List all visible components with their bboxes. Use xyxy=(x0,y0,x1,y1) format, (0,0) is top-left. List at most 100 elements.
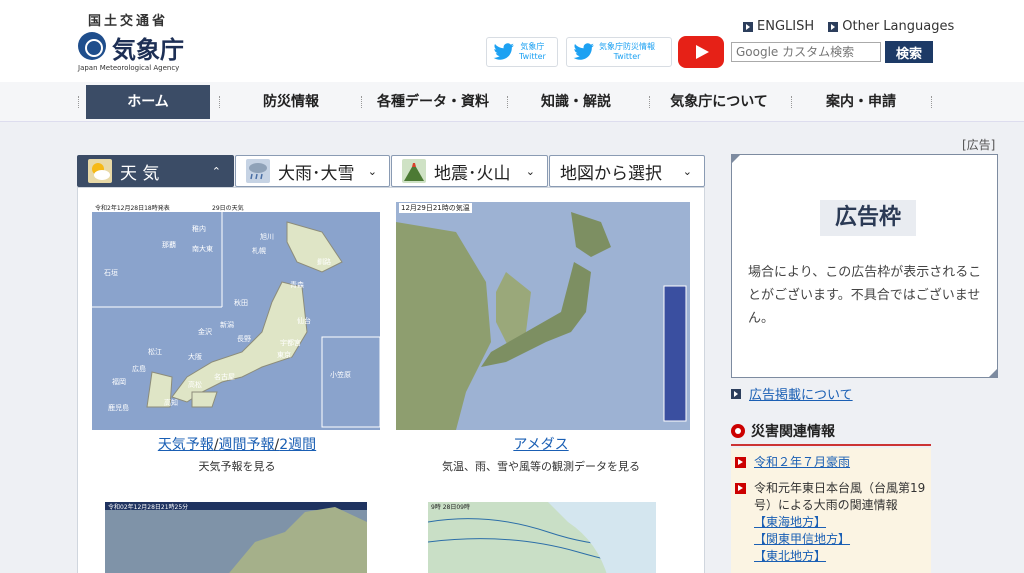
map-city-label: 高松 xyxy=(188,381,202,389)
search-input[interactable] xyxy=(731,42,881,62)
arrow-bullet-icon xyxy=(743,21,753,32)
nav-separator xyxy=(791,96,792,108)
nav-separator xyxy=(361,96,362,108)
map-city-label: 稚内 xyxy=(192,225,206,233)
map-city-label: 旭川 xyxy=(260,233,274,241)
amedas-description: 気温、雨、雪や風等の観測データを見る xyxy=(442,460,640,473)
agency-english-name: Japan Meteorological Agency xyxy=(78,64,180,72)
tab-heavy-rain-snow[interactable]: 大雨･大雪 ⌄ xyxy=(235,155,390,187)
map-city-label: 松江 xyxy=(148,348,162,356)
list-item: 令和２年７月豪雨 xyxy=(735,454,850,471)
tab-earthquake-volcano[interactable]: 地震･火山 ⌄ xyxy=(391,155,548,187)
forecast-map-title: 令和2年12月28日18時発表 xyxy=(95,205,170,212)
sun-cloud-icon xyxy=(88,159,112,183)
map-city-label: 那覇 xyxy=(162,241,176,249)
disaster-link-tokai[interactable]: 【東海地方】 xyxy=(754,514,931,531)
chevron-up-icon: ⌃ xyxy=(211,164,221,178)
disaster-link-2020-heavy-rain[interactable]: 令和２年７月豪雨 xyxy=(754,454,850,471)
twitter-jma-label: 気象庁 Twitter xyxy=(519,42,546,61)
disaster-info-list: 令和２年７月豪雨 令和元年東日本台風（台風第19号）による大雨の関連情報 【東海… xyxy=(731,448,931,573)
ad-label: [広告] xyxy=(962,138,996,152)
chevron-down-icon: ⌄ xyxy=(682,164,692,178)
nav-separator xyxy=(649,96,650,108)
forecast-link[interactable]: 天気予報 xyxy=(158,437,214,453)
chevron-down-icon: ⌄ xyxy=(367,164,377,178)
disaster-info-header: 災害関連情報 xyxy=(731,418,931,446)
ministry-name: 国土交通省 xyxy=(88,14,169,29)
twitter-bird-icon xyxy=(493,43,514,60)
nav-home[interactable]: ホーム xyxy=(86,85,210,119)
rain-snow-icon xyxy=(246,159,270,183)
map-city-label: 福岡 xyxy=(112,378,126,386)
amedas-map-title: 12月29日21時の気温 xyxy=(399,203,472,213)
nav-data[interactable]: 各種データ・資料 xyxy=(366,85,500,119)
map-city-label: 青森 xyxy=(290,281,304,289)
map-city-label: 東京 xyxy=(277,351,291,359)
nav-disaster-info[interactable]: 防災情報 xyxy=(230,85,352,119)
forecast-map-graphic xyxy=(92,202,380,428)
radar-map-title: 令和02年12月28日21時25分 xyxy=(108,504,189,511)
map-city-label: 秋田 xyxy=(234,299,248,307)
disaster-info-box: 災害関連情報 令和２年７月豪雨 令和元年東日本台風（台風第19号）による大雨の関… xyxy=(731,418,931,573)
global-nav: ホーム 防災情報 各種データ・資料 知識・解説 気象庁について 案内・申請 xyxy=(0,82,1024,122)
chevron-down-icon: ⌄ xyxy=(525,164,535,178)
site-header: 国土交通省 気象庁 Japan Meteorological Agency EN… xyxy=(0,0,1024,82)
map-city-label: 石垣 xyxy=(104,269,118,277)
disaster-link-tohoku[interactable]: 【東北地方】 xyxy=(754,548,931,565)
tab-weather[interactable]: 天 気 ⌃ xyxy=(77,155,234,187)
amedas-map-graphic xyxy=(396,212,687,430)
map-city-label: 小笠原 xyxy=(330,371,351,379)
search-button[interactable]: 検索 xyxy=(885,41,933,63)
tab-select-from-map[interactable]: 地図から選択 ⌄ xyxy=(549,155,705,187)
corner-mark xyxy=(989,369,997,377)
ad-box[interactable]: 広告枠 場合により、この広告枠が表示されることがございます。不具合ではございませ… xyxy=(731,154,998,378)
forecast-map-sub: 29日の天気 xyxy=(212,205,244,212)
arrow-bullet-icon xyxy=(735,457,746,468)
radar-map[interactable]: 令和02年12月28日21時25分 xyxy=(105,502,367,573)
ad-text: 場合により、この広告枠が表示されることがございます。不具合ではございません。 xyxy=(748,265,982,326)
twitter-jma-bosai-label: 気象庁防災情報 Twitter xyxy=(599,42,655,61)
jma-emblem-icon xyxy=(78,32,106,60)
list-item: 令和元年東日本台風（台風第19号）による大雨の関連情報 【東海地方】 【関東甲信… xyxy=(735,480,931,565)
nav-separator xyxy=(219,96,220,108)
forecast-links: 天気予報/週間予報/2週間 xyxy=(157,437,317,453)
forecast-description: 天気予報を見る xyxy=(198,460,276,473)
jma-logo[interactable]: 国土交通省 気象庁 Japan Meteorological Agency xyxy=(78,10,198,72)
ad-title: 広告枠 xyxy=(820,200,916,236)
map-city-label: 南大東 xyxy=(192,245,213,253)
ad-about-link[interactable]: 広告掲載について xyxy=(731,384,853,403)
twitter-jma-button[interactable]: 気象庁 Twitter xyxy=(486,37,558,67)
alert-dot-icon xyxy=(731,424,745,438)
nav-separator xyxy=(78,96,79,108)
weather-chart-map[interactable]: 9時 28日09時 xyxy=(428,502,656,573)
two-week-forecast-link[interactable]: 2週間 xyxy=(279,437,316,453)
agency-name: 気象庁 xyxy=(112,36,184,64)
nav-about-jma[interactable]: 気象庁について xyxy=(658,85,780,119)
map-city-label: 宇都宮 xyxy=(280,339,301,347)
twitter-jma-bosai-button[interactable]: 気象庁防災情報 Twitter xyxy=(566,37,672,67)
nav-separator xyxy=(507,96,508,108)
corner-mark xyxy=(732,155,740,163)
disaster-link-kanto[interactable]: 【関東甲信地方】 xyxy=(754,531,931,548)
radar-map-graphic xyxy=(105,502,367,573)
other-languages-link[interactable]: Other Languages xyxy=(828,19,954,34)
weather-chart-title: 9時 28日09時 xyxy=(431,504,470,511)
arrow-bullet-icon xyxy=(828,21,839,32)
disaster-text-typhoon19: 令和元年東日本台風（台風第19号）による大雨の関連情報 xyxy=(754,481,926,512)
language-links: ENGLISH Other Languages xyxy=(743,19,964,36)
twitter-bird-icon xyxy=(573,43,594,60)
amedas-map[interactable]: 12月29日21時の気温 xyxy=(396,202,690,430)
nav-knowledge[interactable]: 知識・解説 xyxy=(515,85,637,119)
english-link[interactable]: ENGLISH xyxy=(743,19,814,34)
map-city-label: 広島 xyxy=(132,365,146,373)
map-city-label: 仙台 xyxy=(297,317,311,325)
map-city-label: 大阪 xyxy=(188,353,202,361)
weather-panel: 令和2年12月28日18時発表 29日の天気 稚内 旭川 札幌 釧路 青森 秋田… xyxy=(77,187,705,573)
map-city-label: 高知 xyxy=(164,399,178,407)
amedas-link[interactable]: アメダス xyxy=(396,434,686,454)
nav-guide[interactable]: 案内・申請 xyxy=(800,85,922,119)
weekly-forecast-link[interactable]: 週間予報 xyxy=(219,437,275,453)
map-city-label: 札幌 xyxy=(252,247,266,255)
forecast-map[interactable]: 令和2年12月28日18時発表 29日の天気 稚内 旭川 札幌 釧路 青森 秋田… xyxy=(92,202,380,430)
youtube-button[interactable] xyxy=(678,36,724,68)
